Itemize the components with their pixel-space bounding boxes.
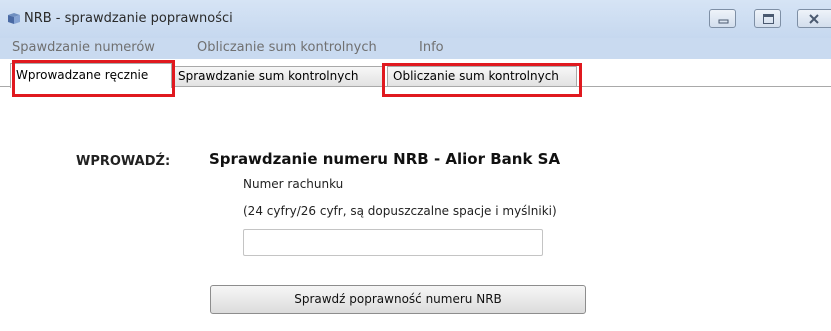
close-button[interactable] xyxy=(797,9,831,28)
account-number-input[interactable] xyxy=(243,229,543,256)
tab-label: Obliczanie sum kontrolnych xyxy=(393,69,559,83)
account-number-hint: (24 cyfry/26 cyfr, są dopuszczalne spacj… xyxy=(243,204,557,218)
menu-item-spawdzanie-numerow[interactable]: Spawdzanie numerów xyxy=(12,40,155,55)
app-icon xyxy=(8,13,20,24)
menu-item-obliczanie-sum[interactable]: Obliczanie sum kontrolnych xyxy=(197,40,377,55)
menu-item-info[interactable]: Info xyxy=(419,40,444,55)
section-label: WPROWADŹ: xyxy=(76,154,171,169)
menu-bar: Spawdzanie numerów Obliczanie sum kontro… xyxy=(0,38,831,59)
tab-wprowadzane-recznie[interactable]: Wprowadzane ręcznie xyxy=(10,63,172,88)
close-icon xyxy=(809,14,819,24)
tab-label: Wprowadzane ręcznie xyxy=(16,68,149,82)
check-nrb-button[interactable]: Sprawdź poprawność numeru NRB xyxy=(210,285,586,314)
maximize-button[interactable] xyxy=(754,9,781,28)
minimize-button[interactable] xyxy=(709,9,736,28)
maximize-icon xyxy=(763,14,774,24)
window-title: NRB - sprawdzanie poprawności xyxy=(24,11,233,26)
account-number-label: Numer rachunku xyxy=(243,177,344,191)
tab-label: Sprawdzanie sum kontrolnych xyxy=(178,69,359,83)
title-bar: NRB - sprawdzanie poprawności xyxy=(0,0,831,38)
minimize-icon xyxy=(718,19,729,24)
tab-obliczanie-sum[interactable]: Obliczanie sum kontrolnych xyxy=(387,66,577,86)
form-heading: Sprawdzanie numeru NRB - Alior Bank SA xyxy=(209,150,561,168)
tab-sprawdzanie-sum[interactable]: Sprawdzanie sum kontrolnych xyxy=(172,66,384,86)
app-window: NRB - sprawdzanie poprawności Spawdzanie… xyxy=(0,0,831,331)
